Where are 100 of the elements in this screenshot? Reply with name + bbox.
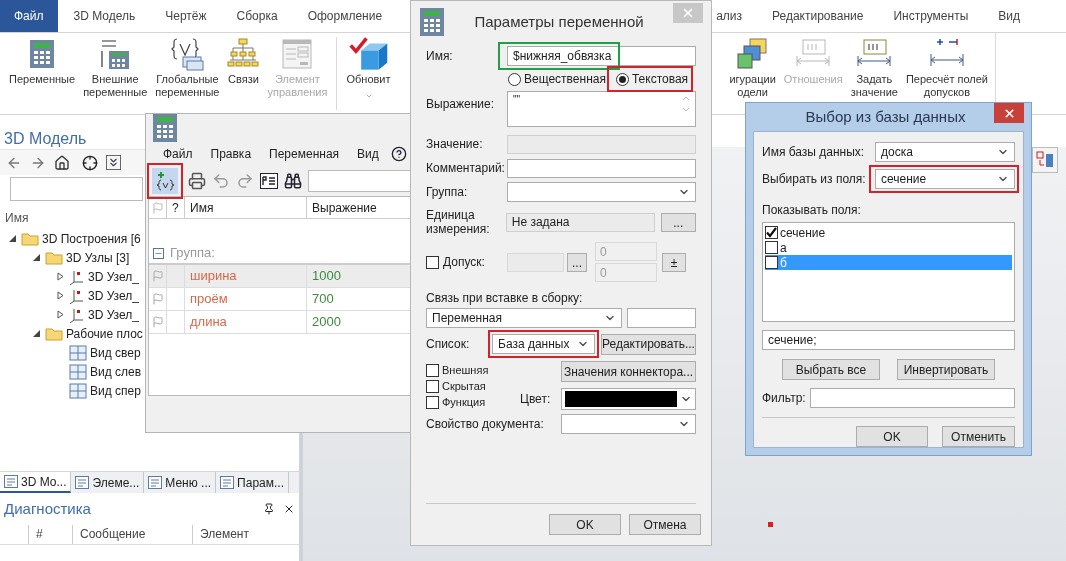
ribbon-tab[interactable]: Сборка [222,0,292,32]
button[interactable]: Выбрать все [782,359,880,380]
menu-item[interactable]: Файл [163,145,193,163]
dropdown[interactable]: Переменная [426,308,622,328]
checkbox[interactable] [765,241,778,254]
ribbon-button[interactable]: игурации одели [726,33,779,99]
ribbon-tab[interactable]: Вид [995,0,1023,32]
filter-field[interactable] [810,388,1015,408]
dropdown[interactable]: доска [875,142,1015,162]
button[interactable]: ... [567,252,587,272]
panel-tab[interactable]: 3D Мо... [0,472,72,493]
ribbon-button[interactable]: Внешние переменные [80,33,151,99]
expanded-toggle-icon[interactable] [8,235,16,242]
selection-field[interactable]: сечение; [762,330,1015,350]
list-item[interactable]: сечение [765,225,1012,240]
field-label: Выражение: [426,96,495,113]
tree-item[interactable]: Вид спер [90,381,141,400]
ribbon-tab[interactable]: Оформление [293,0,397,32]
button[interactable]: ± [662,252,686,272]
close-icon[interactable] [283,503,295,515]
ribbon-tab[interactable]: ализ [713,0,746,32]
dropdown[interactable]: База данных [492,334,595,354]
comment-field[interactable] [507,158,696,178]
button[interactable]: Инвертировать [897,359,995,380]
checkbox[interactable] [765,256,778,269]
field-label: Свойство документа: [426,416,545,433]
tree-item[interactable]: 3D Узел_ [88,267,139,286]
expand-icon[interactable] [106,155,121,170]
ribbon-button[interactable]: Пересчёт полей допусков [902,33,991,99]
collapsed-toggle-icon[interactable] [56,291,64,300]
model-icon[interactable] [1032,147,1058,173]
folder-icon [45,250,63,265]
field-list[interactable]: сечение а б [762,222,1015,322]
checkbox[interactable] [765,226,778,239]
target-icon[interactable] [82,154,98,171]
ribbon-tab[interactable]: Редактирование [769,0,867,32]
table-row[interactable]: ширина 1000 [149,265,411,288]
color-dropdown[interactable] [561,388,696,410]
button[interactable]: Редактировать... [601,333,696,355]
button[interactable]: OK [856,426,928,447]
field-label: Единица измерения: [426,208,491,236]
column-header: # [36,527,43,541]
checkbox[interactable] [426,396,439,409]
radio-button[interactable] [508,72,521,86]
dropdown[interactable]: сечение [875,169,1015,189]
checkbox[interactable] [426,255,439,269]
tree-item[interactable]: 3D Узел_ [88,305,139,324]
name-field[interactable]: $нижняя_обвязка [507,46,696,66]
menu-item[interactable]: Правка [210,145,252,163]
ribbon-tab[interactable]: Файл [0,0,58,32]
table-row[interactable]: проём 700 [149,288,411,311]
radio-button[interactable] [615,72,629,86]
ribbon-button[interactable]: Задать значение [847,33,901,99]
ribbon-tab[interactable]: Инструменты [890,0,972,32]
link-field[interactable] [627,308,696,328]
table-cell-text: 2000 [312,313,341,332]
ribbon-button[interactable]: Обновит [343,33,394,100]
menu-item[interactable]: Вид [357,145,379,163]
home-icon[interactable] [54,154,70,171]
close-icon [681,6,695,20]
folder-icon [45,326,63,341]
menu-item[interactable]: Переменная [269,145,340,163]
unit-field: Не задана [505,212,655,232]
button[interactable]: Отменить [942,426,1015,447]
ribbon-tab[interactable]: 3D Модель [59,0,150,32]
expanded-toggle-icon[interactable] [32,330,40,337]
list-item[interactable]: а [765,240,1012,255]
pin-icon[interactable] [263,503,275,515]
find-icon[interactable] [284,172,302,190]
tree-item[interactable]: Вид слев [90,362,142,381]
collapse-icon[interactable] [153,247,164,259]
table-row[interactable]: длина 2000 [149,311,411,334]
ribbon-tab[interactable]: Чертёж [151,0,221,32]
checkbox[interactable] [426,380,439,393]
field-label: Список: [426,336,471,353]
checkbox[interactable] [426,364,439,377]
button[interactable]: Значения коннектора... [561,361,696,382]
button[interactable]: Отмена [629,514,701,535]
report-icon[interactable] [260,173,278,189]
button[interactable]: ... [660,212,696,232]
help-icon[interactable] [390,146,407,162]
view-icon [69,382,87,399]
search-field[interactable] [10,177,143,201]
print-icon[interactable] [188,172,206,190]
button[interactable]: OK [549,514,621,535]
field-label: Значение: [426,136,484,153]
tree-item[interactable]: Рабочие плос [66,324,143,343]
tree-item[interactable]: 3D Узлы [3] [66,248,130,267]
ribbon-button[interactable]: Связи [224,33,263,86]
ribbon-button[interactable]: Переменные [6,33,79,86]
tab-icon [75,476,90,489]
tree-item[interactable]: 3D Построения [6 [42,229,141,248]
tree-item[interactable]: 3D Узел_ [88,286,139,305]
collapsed-toggle-icon[interactable] [56,310,64,319]
collapsed-toggle-icon[interactable] [56,272,64,281]
expanded-toggle-icon[interactable] [32,254,40,261]
ribbon-button[interactable]: Глобальные переменные [152,33,223,99]
close-button[interactable] [994,103,1024,123]
form-icon [282,39,313,69]
tree-item[interactable]: Вид свер [90,343,141,362]
